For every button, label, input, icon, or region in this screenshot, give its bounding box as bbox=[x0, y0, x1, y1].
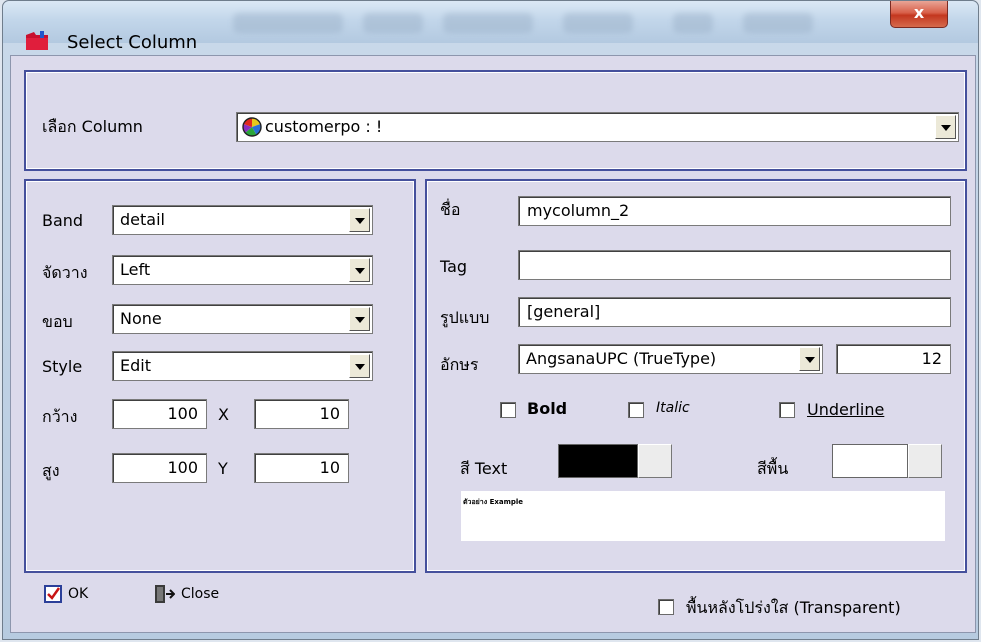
close-window-button[interactable]: x bbox=[890, 1, 948, 28]
underline-label: Underline bbox=[807, 400, 885, 419]
bold-checkbox[interactable] bbox=[500, 402, 516, 418]
italic-checkbox[interactable] bbox=[628, 402, 644, 418]
chevron-down-icon[interactable] bbox=[799, 347, 820, 371]
band-select[interactable]: detail bbox=[112, 205, 373, 235]
y-input[interactable]: 10 bbox=[254, 453, 349, 483]
layout-panel: Band detail จัดวาง Left ขอบ None Style E… bbox=[24, 179, 416, 573]
style-select[interactable]: Edit bbox=[112, 351, 373, 381]
align-value: Left bbox=[120, 260, 151, 279]
chevron-down-icon[interactable] bbox=[349, 354, 370, 378]
close-button[interactable]: Close bbox=[153, 584, 219, 604]
column-select[interactable]: customerpo : ! bbox=[236, 112, 959, 142]
column-select-value: customerpo : ! bbox=[265, 117, 383, 136]
background-blur bbox=[233, 13, 893, 35]
bg-color-label: สีพื้น bbox=[757, 459, 789, 478]
underline-checkbox[interactable] bbox=[779, 402, 795, 418]
band-value: detail bbox=[120, 210, 165, 229]
bg-color-picker-button[interactable] bbox=[908, 444, 942, 478]
style-value: Edit bbox=[120, 356, 151, 375]
text-panel: ชื่อ mycolumn_2 Tag รูปแบบ [general] อัก… bbox=[425, 179, 967, 573]
font-preview: ตัวอย่าง Example bbox=[461, 491, 945, 541]
chevron-down-icon[interactable] bbox=[349, 258, 370, 282]
chevron-down-icon[interactable] bbox=[349, 307, 370, 331]
ok-label: OK bbox=[68, 586, 89, 602]
align-label: จัดวาง bbox=[42, 263, 88, 282]
format-label: รูปแบบ bbox=[440, 308, 490, 327]
format-input[interactable]: [general] bbox=[518, 297, 951, 327]
chevron-down-icon[interactable] bbox=[349, 208, 370, 232]
select-column-label: เลือก Column bbox=[42, 117, 143, 136]
y-label: Y bbox=[218, 459, 228, 478]
x-label: X bbox=[218, 405, 229, 424]
text-color-swatch[interactable] bbox=[558, 444, 638, 478]
font-select[interactable]: AngsanaUPC (TrueType) bbox=[518, 344, 823, 374]
folder-icon bbox=[26, 31, 48, 50]
name-label: ชื่อ bbox=[440, 200, 461, 219]
border-select[interactable]: None bbox=[112, 304, 373, 334]
bold-label: Bold bbox=[527, 399, 568, 418]
select-column-window: Select Column x เลือก Column customerpo … bbox=[2, 0, 979, 640]
name-input[interactable]: mycolumn_2 bbox=[518, 196, 951, 226]
border-label: ขอบ bbox=[42, 312, 73, 331]
color-wheel-icon bbox=[242, 117, 262, 137]
transparent-checkbox[interactable] bbox=[658, 599, 674, 615]
text-color-label: สี Text bbox=[460, 459, 508, 478]
band-label: Band bbox=[42, 211, 84, 230]
tag-label: Tag bbox=[440, 257, 468, 276]
font-label: อักษร bbox=[440, 355, 479, 374]
chevron-down-icon[interactable] bbox=[935, 115, 956, 139]
width-input[interactable]: 100 bbox=[112, 399, 207, 429]
style-label: Style bbox=[42, 357, 83, 376]
x-input[interactable]: 10 bbox=[254, 399, 349, 429]
border-value: None bbox=[120, 309, 162, 328]
width-label: กว้าง bbox=[42, 407, 78, 426]
font-size-input[interactable]: 12 bbox=[836, 344, 951, 374]
ok-button[interactable]: OK bbox=[44, 585, 88, 603]
height-label: สูง bbox=[42, 461, 60, 480]
check-icon bbox=[44, 585, 62, 603]
italic-label: Italic bbox=[656, 400, 690, 416]
door-exit-icon bbox=[155, 585, 175, 603]
tag-input[interactable] bbox=[518, 250, 951, 280]
close-label: Close bbox=[181, 586, 220, 602]
text-color-picker-button[interactable] bbox=[638, 444, 672, 478]
column-select-panel: เลือก Column customerpo : ! bbox=[24, 70, 967, 171]
preview-text: ตัวอย่าง Example bbox=[463, 498, 524, 506]
transparent-label: พื้นหลังโปร่งใส (Transparent) bbox=[686, 598, 901, 617]
font-value: AngsanaUPC (TrueType) bbox=[526, 349, 717, 368]
bg-color-swatch[interactable] bbox=[832, 444, 908, 478]
align-select[interactable]: Left bbox=[112, 255, 373, 285]
height-input[interactable]: 100 bbox=[112, 453, 207, 483]
window-title: Select Column bbox=[67, 32, 198, 53]
dialog-body: เลือก Column customerpo : ! Band detail bbox=[10, 55, 976, 633]
